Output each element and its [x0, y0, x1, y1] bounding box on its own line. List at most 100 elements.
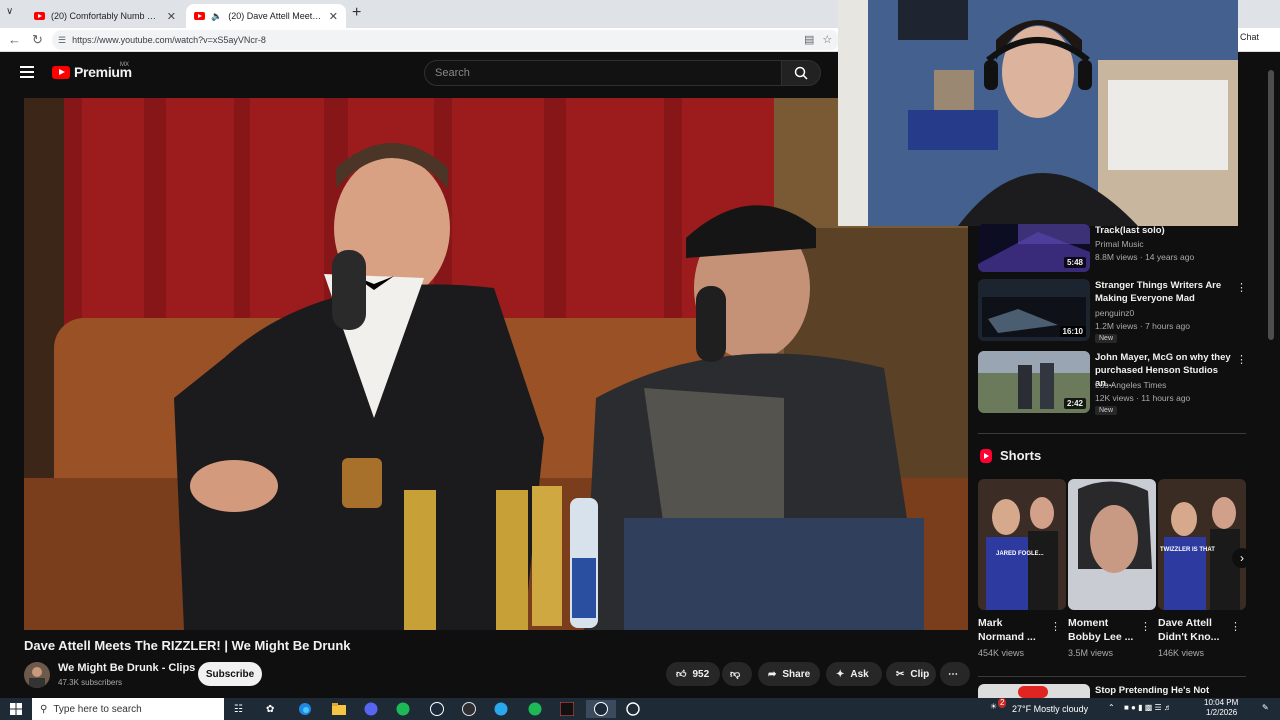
next-video-thumbnail[interactable]: [978, 684, 1090, 698]
shorts-logo-icon: [980, 448, 992, 463]
taskbar-search-input[interactable]: ⚲ Type here to search: [32, 698, 224, 720]
recommended-video-2[interactable]: 16:10 Stranger Things Writers Are Making…: [978, 279, 1248, 343]
subscribe-button[interactable]: Subscribe: [198, 662, 262, 686]
menu-hamburger-icon[interactable]: [20, 66, 34, 81]
short-views: 454K views: [978, 648, 1025, 658]
channel-name[interactable]: We Might Be Drunk - Clips: [58, 662, 195, 674]
more-vert-icon[interactable]: ⋮: [1140, 620, 1151, 633]
bookmark-star-icon[interactable]: ☆: [822, 33, 832, 46]
short-views: 3.5M views: [1068, 648, 1114, 658]
tray-chevron-up-icon[interactable]: ⌃: [1108, 703, 1115, 713]
recommended-video-3[interactable]: 2:42 John Mayer, McG on why they purchas…: [978, 351, 1248, 415]
back-arrow-icon[interactable]: ←: [8, 32, 21, 47]
short-title[interactable]: Moment Bobby Lee ...: [1068, 616, 1138, 644]
search-input[interactable]: Search: [424, 60, 782, 86]
browser-tab-1[interactable]: (20) Comfortably Numb Backing T ✕: [26, 4, 184, 28]
weather-sun-icon[interactable]: ☀: [990, 702, 997, 712]
search-button[interactable]: [781, 60, 821, 86]
weather-text[interactable]: 27°F Mostly cloudy: [1012, 704, 1088, 714]
chat-button[interactable]: Chat: [1240, 32, 1259, 42]
ask-button[interactable]: ✦ Ask: [826, 662, 882, 686]
discord-icon[interactable]: [364, 700, 378, 718]
reader-mode-icon[interactable]: ▤: [804, 33, 814, 46]
short-thumbnail-3[interactable]: TWIZZLER IS THAT: [1158, 479, 1246, 610]
more-vert-icon[interactable]: ⋮: [1236, 353, 1247, 366]
new-badge: New: [1095, 406, 1118, 415]
terminal-icon[interactable]: [560, 700, 574, 718]
steam-active-icon[interactable]: [586, 700, 616, 718]
tab-close-icon[interactable]: ✕: [167, 10, 176, 23]
video-duration: 2:42: [1063, 398, 1086, 409]
channel-name[interactable]: Los Angeles Times: [1095, 380, 1166, 390]
tab-close-icon[interactable]: ✕: [329, 10, 338, 23]
subscriber-count: 47.3K subscribers: [58, 678, 123, 687]
short-overlay-text: JARED FOGLE...: [996, 551, 1044, 557]
channel-avatar[interactable]: [24, 662, 50, 688]
video-thumbnail[interactable]: 5:48: [978, 224, 1090, 272]
short-title[interactable]: Dave Attell Didn't Kno...: [1158, 616, 1228, 644]
like-button[interactable]: 👍︎ 952: [666, 662, 720, 686]
short-title[interactable]: Mark Normand ...: [978, 616, 1048, 644]
tab-list-chevron-icon[interactable]: ∨: [6, 6, 13, 17]
share-button[interactable]: ➦ Share: [758, 662, 820, 686]
webcam-frame: [838, 0, 1238, 226]
more-vert-icon[interactable]: ⋮: [1230, 620, 1241, 633]
scrollbar-thumb[interactable]: [1268, 70, 1274, 340]
shorts-heading: Shorts: [980, 448, 1041, 463]
reload-icon[interactable]: ↻: [32, 32, 43, 48]
notification-center-icon[interactable]: ✎: [1262, 703, 1269, 713]
clock-time[interactable]: 10:04 PM: [1204, 698, 1238, 708]
page-scrollbar[interactable]: [1268, 60, 1276, 688]
share-arrow-icon: ➦: [768, 668, 777, 680]
thumbs-up-icon: 👍︎: [676, 669, 687, 680]
video-title[interactable]: Stranger Things Writers Are Making Every…: [1095, 279, 1231, 305]
like-count: 952: [692, 668, 710, 680]
address-bar[interactable]: ☰ https://www.youtube.com/watch?v=xS5ayV…: [52, 30, 840, 50]
video-thumbnail[interactable]: 16:10: [978, 279, 1090, 341]
section-divider: [978, 433, 1246, 434]
tray-icons[interactable]: ■ ● ▮ ▩ ☰ ♬: [1124, 703, 1172, 713]
spotify-icon[interactable]: [396, 700, 410, 718]
more-vert-icon[interactable]: ⋮: [1050, 620, 1061, 633]
next-video-title[interactable]: Stop Pretending He's Not: [1095, 685, 1209, 696]
notification-badge: 2: [998, 698, 1007, 708]
short-thumbnail-1[interactable]: JARED FOGLE...: [978, 479, 1066, 610]
windows-start-icon[interactable]: [10, 700, 22, 718]
ask-label: Ask: [850, 668, 869, 680]
url-text[interactable]: https://www.youtube.com/watch?v=xS5ayVNc…: [72, 35, 266, 45]
new-badge: New: [1095, 334, 1118, 343]
video-thumbnail[interactable]: 2:42: [978, 351, 1090, 413]
copilot-icon[interactable]: ✿: [266, 700, 274, 718]
sparkle-icon: ✦: [836, 668, 845, 680]
chatgpt-icon[interactable]: [626, 700, 640, 718]
youtube-header: Premium MX Search: [0, 52, 838, 96]
video-title[interactable]: Track(last solo): [1095, 224, 1231, 237]
country-code: MX: [120, 62, 129, 68]
more-actions-button[interactable]: ⋯: [940, 662, 970, 686]
spotify-alt-icon[interactable]: [528, 700, 542, 718]
video-player[interactable]: [24, 98, 968, 630]
task-view-icon[interactable]: ☷: [234, 700, 243, 718]
section-divider: [978, 676, 1246, 677]
video-duration: 5:48: [1063, 257, 1086, 268]
shorts-next-chevron-icon[interactable]: ›: [1232, 548, 1252, 568]
telegram-icon[interactable]: [494, 700, 508, 718]
speaker-icon[interactable]: 🔈: [211, 11, 222, 22]
edge-browser-icon[interactable]: [298, 700, 312, 718]
dislike-button[interactable]: 👎︎: [722, 662, 752, 686]
channel-name[interactable]: Primal Music: [1095, 239, 1144, 249]
steam-icon[interactable]: [430, 700, 444, 718]
short-thumbnail-2[interactable]: [1068, 479, 1156, 610]
video-frame: [24, 98, 968, 630]
site-info-icon[interactable]: ☰: [58, 35, 66, 46]
obs-icon[interactable]: [462, 700, 476, 718]
file-explorer-icon[interactable]: [332, 700, 346, 718]
more-vert-icon[interactable]: ⋮: [1236, 281, 1247, 294]
browser-tab-2[interactable]: 🔈 (20) Dave Attell Meets The RIZZLE ✕: [186, 4, 346, 28]
channel-name[interactable]: penguinz0: [1095, 308, 1134, 318]
search-icon: ⚲: [40, 703, 48, 715]
clip-label: Clip: [910, 668, 930, 680]
new-tab-button[interactable]: +: [352, 4, 361, 22]
clip-button[interactable]: ✂ Clip: [886, 662, 936, 686]
clock-date[interactable]: 1/2/2026: [1206, 708, 1237, 718]
